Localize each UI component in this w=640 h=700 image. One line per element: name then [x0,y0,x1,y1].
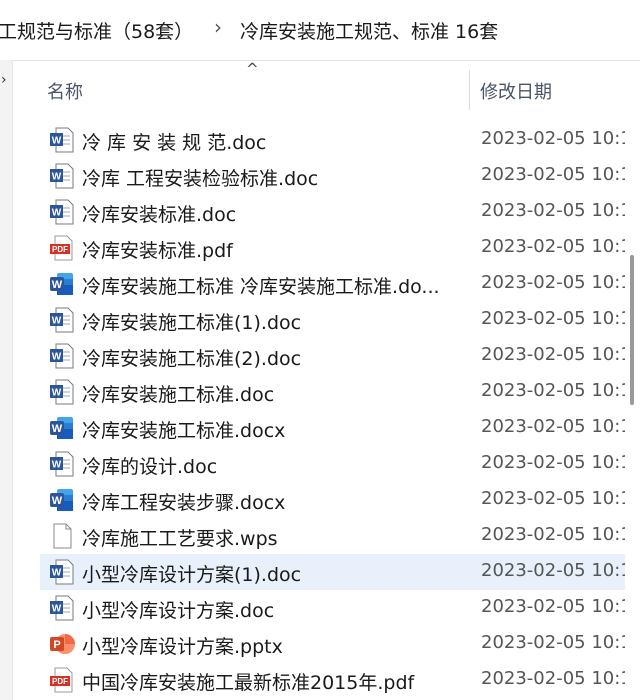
svg-text:W: W [52,316,62,327]
file-date-modified: 2023-02-05 10:1 [481,668,632,689]
word-docx-icon: W [49,271,75,297]
file-name: 小型冷库设计方案(1).doc [82,564,302,586]
file-name: 冷库工程安装步骤.docx [82,492,286,514]
file-name: 冷 库 安 装 规 范.doc [82,132,267,154]
file-row[interactable]: W 冷库安装施工标准.docx 2023-02-05 10:1 [40,410,640,446]
file-name: 小型冷库设计方案.pptx [82,636,283,658]
pdf-icon: PDF [49,667,75,693]
word-doc-icon: W [49,127,75,153]
file-date-modified: 2023-02-05 10:1 [481,272,632,293]
chevron-right-icon[interactable]: › [1,72,7,88]
file-row[interactable]: W 冷库的设计.doc 2023-02-05 10:1 [40,446,640,482]
column-header-name[interactable]: 名称 [47,78,83,104]
pptx-icon: P [49,631,75,657]
word-doc-icon: W [49,451,75,477]
file-date-modified: 2023-02-05 10:1 [481,128,632,149]
file-name: 小型冷库设计方案.doc [82,600,275,622]
word-doc-icon: W [49,199,75,225]
file-row[interactable]: PDF 中国冷库安装施工最新标准2015年.pdf 2023-02-05 10:1 [40,662,640,698]
file-row[interactable]: W 冷库安装施工标准.doc 2023-02-05 10:1 [40,374,640,410]
column-header-date-modified[interactable]: 修改日期 [480,78,552,104]
file-name: 冷库施工工艺要求.wps [82,528,278,550]
file-row[interactable]: W 冷库安装施工标准 冷库安装施工标准.do... 2023-02-05 10:1 [40,266,640,302]
file-row[interactable]: W 冷库安装标准.doc 2023-02-05 10:1 [40,194,640,230]
svg-text:W: W [52,604,62,615]
file-name: 冷库安装施工标准.doc [82,384,275,406]
svg-text:W: W [52,352,62,363]
pdf-icon: PDF [49,235,75,261]
breadcrumb-chevron-icon[interactable]: › [214,15,222,39]
file-date-modified: 2023-02-05 10:1 [481,524,632,545]
file-row[interactable]: W 冷库 工程安装检验标准.doc 2023-02-05 10:1 [40,158,640,194]
blank-file-icon [49,523,75,549]
svg-text:W: W [52,172,62,183]
scrollbar-thumb[interactable] [630,255,634,405]
svg-text:W: W [52,423,63,435]
svg-text:W: W [52,136,62,147]
svg-text:W: W [52,460,62,471]
svg-text:W: W [52,568,62,579]
breadcrumb: 工规范与标准（58套） › 冷库安装施工规范、标准 16套 [0,0,640,61]
column-header-row: ^ 名称 修改日期 [40,60,640,118]
column-resize-divider[interactable] [469,70,470,110]
breadcrumb-current-folder[interactable]: 冷库安装施工规范、标准 16套 [240,17,498,44]
breadcrumb-parent-folder[interactable]: 工规范与标准（58套） [0,17,193,44]
file-date-modified: 2023-02-05 10:1 [481,200,632,221]
file-date-modified: 2023-02-05 10:1 [481,236,632,257]
file-row[interactable]: 冷库施工工艺要求.wps 2023-02-05 10:1 [40,518,640,554]
word-docx-icon: W [49,487,75,513]
svg-text:W: W [52,279,63,291]
file-name: 冷库安装施工标准(1).doc [82,312,302,334]
file-date-modified: 2023-02-05 10:1 [481,380,632,401]
file-row[interactable]: W 小型冷库设计方案.doc 2023-02-05 10:1 [40,590,640,626]
word-doc-icon: W [49,163,75,189]
file-row[interactable]: W 冷库安装施工标准(2).doc 2023-02-05 10:1 [40,338,640,374]
sort-ascending-icon: ^ [246,60,259,78]
file-name: 冷库安装标准.pdf [82,240,233,262]
svg-text:PDF: PDF [52,677,68,686]
file-name: 中国冷库安装施工最新标准2015年.pdf [82,672,415,694]
navigation-pane-edge: › [0,60,13,700]
file-date-modified: 2023-02-05 10:1 [481,452,632,473]
file-name: 冷库安装施工标准 冷库安装施工标准.do... [82,276,440,298]
word-docx-icon: W [49,415,75,441]
file-name: 冷库安装施工标准.docx [82,420,286,442]
svg-text:P: P [53,639,60,651]
file-row[interactable]: P 小型冷库设计方案.pptx 2023-02-05 10:1 [40,626,640,662]
file-name: 冷库安装标准.doc [82,204,237,226]
file-row[interactable]: W 冷库工程安装步骤.docx 2023-02-05 10:1 [40,482,640,518]
file-date-modified: 2023-02-05 10:1 [481,344,632,365]
svg-text:W: W [52,388,62,399]
svg-text:W: W [52,208,62,219]
word-doc-icon: W [49,307,75,333]
svg-text:W: W [52,495,63,507]
file-name: 冷库 工程安装检验标准.doc [82,168,319,190]
file-row[interactable]: W 冷库安装施工标准(1).doc 2023-02-05 10:1 [40,302,640,338]
vertical-scrollbar[interactable] [625,120,640,700]
file-date-modified: 2023-02-05 10:1 [481,164,632,185]
word-doc-icon: W [49,559,75,585]
file-date-modified: 2023-02-05 10:1 [481,416,632,437]
svg-text:PDF: PDF [52,245,68,254]
file-row[interactable]: W 小型冷库设计方案(1).doc 2023-02-05 10:1 [40,554,640,590]
file-date-modified: 2023-02-05 10:1 [481,488,632,509]
file-name: 冷库的设计.doc [82,456,218,478]
word-doc-icon: W [49,379,75,405]
file-row[interactable]: W 冷 库 安 装 规 范.doc 2023-02-05 10:1 [40,122,640,158]
word-doc-icon: W [49,595,75,621]
file-name: 冷库安装施工标准(2).doc [82,348,302,370]
file-date-modified: 2023-02-05 10:1 [481,632,632,653]
file-date-modified: 2023-02-05 10:1 [481,308,632,329]
file-row[interactable]: PDF 冷库安装标准.pdf 2023-02-05 10:1 [40,230,640,266]
file-date-modified: 2023-02-05 10:1 [481,560,632,581]
file-date-modified: 2023-02-05 10:1 [481,596,632,617]
word-doc-icon: W [49,343,75,369]
